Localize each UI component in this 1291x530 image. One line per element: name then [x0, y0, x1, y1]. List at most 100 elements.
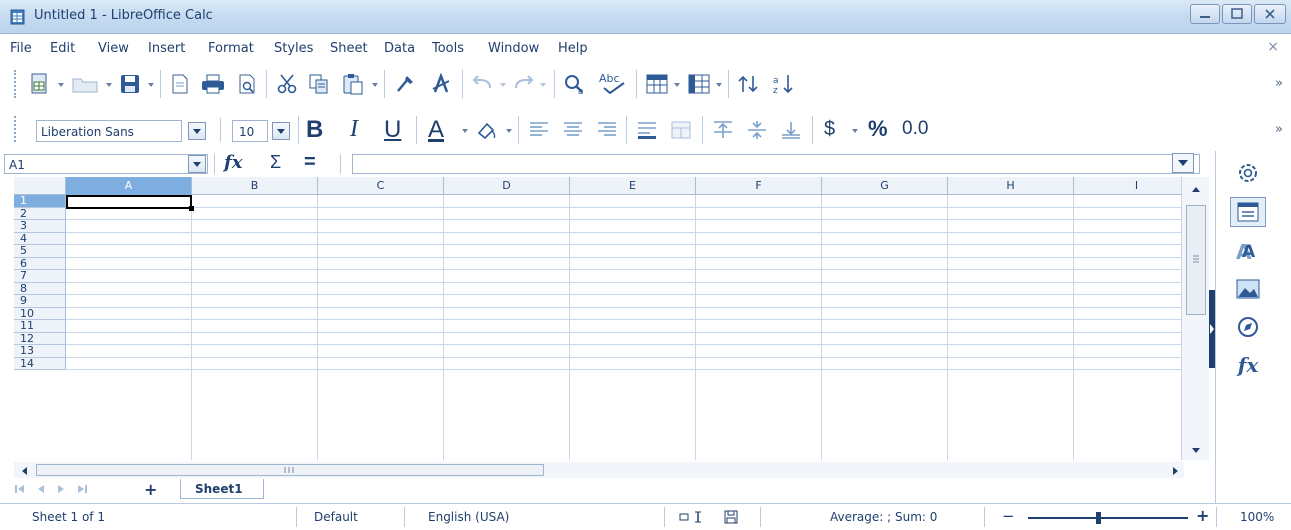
column-header[interactable]: H: [948, 177, 1074, 195]
sort-ascending-icon[interactable]: az: [770, 72, 798, 96]
menu-sheet[interactable]: Sheet: [330, 41, 368, 56]
formula-button[interactable]: =: [304, 151, 316, 174]
row-header[interactable]: 5: [14, 245, 66, 258]
paste-icon[interactable]: [340, 72, 366, 96]
undo-dropdown-arrow[interactable]: [500, 83, 506, 87]
column-header[interactable]: F: [696, 177, 822, 195]
open-dropdown-arrow[interactable]: [106, 83, 112, 87]
zoom-out-button[interactable]: −: [1002, 507, 1015, 525]
font-color-dropdown-arrow[interactable]: [462, 129, 468, 133]
previous-sheet-icon[interactable]: [36, 484, 46, 494]
minimize-button[interactable]: [1190, 4, 1220, 24]
open-folder-icon[interactable]: [70, 72, 100, 96]
menu-data[interactable]: Data: [384, 41, 415, 56]
name-box-dropdown[interactable]: [188, 155, 206, 173]
column-header[interactable]: G: [822, 177, 948, 195]
sidebar-collapse-handle[interactable]: [1209, 290, 1215, 368]
close-document-button[interactable]: ×: [1267, 39, 1279, 55]
spelling-icon[interactable]: Abc: [598, 70, 628, 96]
spreadsheet-grid[interactable]: ABCDEFGHI 1 2 3 4 5 6 7 8 9 10 11 12 13 14: [14, 177, 1192, 460]
maximize-button[interactable]: [1222, 4, 1252, 24]
sum-button[interactable]: Σ: [270, 152, 281, 173]
italic-button[interactable]: I: [350, 116, 358, 143]
column-icon[interactable]: [686, 72, 712, 96]
column-header[interactable]: E: [570, 177, 696, 195]
find-replace-icon[interactable]: a: [562, 72, 590, 96]
column-header[interactable]: I: [1074, 177, 1192, 195]
align-left-icon[interactable]: [526, 118, 552, 142]
center-vertically-icon[interactable]: [744, 118, 770, 142]
font-color-button[interactable]: A: [428, 116, 444, 144]
menu-format[interactable]: Format: [208, 41, 254, 56]
select-all-corner[interactable]: [14, 177, 66, 195]
bold-button[interactable]: B: [306, 116, 323, 144]
font-name-dropdown[interactable]: [188, 122, 206, 140]
font-size-dropdown[interactable]: [272, 122, 290, 140]
column-header[interactable]: B: [192, 177, 318, 195]
navigator-icon[interactable]: [1230, 312, 1266, 342]
redo-icon[interactable]: [510, 72, 536, 96]
percent-format-button[interactable]: %: [868, 116, 888, 142]
menu-styles[interactable]: Styles: [274, 41, 313, 56]
language-indicator[interactable]: English (USA): [428, 510, 509, 524]
first-sheet-icon[interactable]: [14, 484, 26, 494]
export-pdf-icon[interactable]: [168, 72, 192, 96]
document-modified-icon[interactable]: [720, 508, 742, 526]
next-sheet-icon[interactable]: [56, 484, 66, 494]
undo-icon[interactable]: [470, 72, 496, 96]
properties-icon[interactable]: [1230, 197, 1266, 227]
menu-edit[interactable]: Edit: [50, 41, 75, 56]
styles-icon[interactable]: AA: [1230, 236, 1266, 266]
toolbar-grip[interactable]: [14, 116, 18, 142]
column-dropdown-arrow[interactable]: [716, 83, 722, 87]
font-size-field[interactable]: 10: [232, 120, 268, 142]
number-format-button[interactable]: 0.0: [902, 118, 928, 140]
expand-formula-bar-button[interactable]: [1172, 153, 1194, 173]
row-header[interactable]: 9: [14, 295, 66, 308]
menu-insert[interactable]: Insert: [148, 41, 185, 56]
add-sheet-button[interactable]: +: [144, 480, 157, 499]
underline-button[interactable]: U: [384, 116, 401, 144]
row-icon[interactable]: [644, 72, 670, 96]
formatting-toolbar-overflow[interactable]: »: [1275, 122, 1283, 137]
toolbar-grip[interactable]: [14, 70, 18, 98]
clone-formatting-icon[interactable]: [392, 72, 418, 96]
sheet-tab[interactable]: Sheet1: [180, 479, 264, 499]
settings-icon[interactable]: [1230, 158, 1266, 188]
column-header[interactable]: A: [66, 177, 192, 195]
row-header[interactable]: 1: [14, 195, 66, 208]
row-header[interactable]: 3: [14, 220, 66, 233]
autofill-handle[interactable]: [189, 205, 194, 211]
print-preview-icon[interactable]: [236, 72, 260, 96]
active-cell-cursor[interactable]: [66, 195, 192, 209]
zoom-in-button[interactable]: +: [1196, 506, 1209, 525]
align-bottom-icon[interactable]: [778, 118, 804, 142]
background-color-icon[interactable]: [474, 118, 500, 142]
currency-format-button[interactable]: $: [824, 118, 835, 141]
background-color-dropdown-arrow[interactable]: [506, 129, 512, 133]
save-icon[interactable]: [118, 72, 142, 96]
align-right-icon[interactable]: [594, 118, 620, 142]
row-header[interactable]: 7: [14, 270, 66, 283]
zoom-slider-track[interactable]: [1028, 517, 1188, 519]
zoom-slider-handle[interactable]: [1096, 512, 1101, 524]
menu-window[interactable]: Window: [488, 41, 539, 56]
sort-icon[interactable]: [734, 72, 762, 96]
merge-cells-icon[interactable]: [668, 118, 694, 142]
gallery-icon[interactable]: [1230, 274, 1266, 304]
page-style[interactable]: Default: [314, 510, 358, 524]
row-header[interactable]: 14: [14, 357, 66, 370]
scroll-left-icon[interactable]: [20, 466, 28, 476]
selection-mode-icon[interactable]: [676, 508, 710, 526]
copy-icon[interactable]: [306, 72, 332, 96]
horizontal-scrollbar[interactable]: [14, 462, 1184, 478]
print-icon[interactable]: [200, 72, 226, 96]
redo-dropdown-arrow[interactable]: [540, 83, 546, 87]
currency-dropdown-arrow[interactable]: [852, 129, 858, 133]
standard-toolbar-overflow[interactable]: »: [1275, 76, 1283, 91]
font-name-field[interactable]: Liberation Sans: [36, 120, 182, 142]
clear-formatting-icon[interactable]: [428, 72, 454, 96]
row-dropdown-arrow[interactable]: [674, 83, 680, 87]
functions-icon[interactable]: fx: [1230, 350, 1266, 380]
new-document-icon[interactable]: [28, 72, 52, 96]
